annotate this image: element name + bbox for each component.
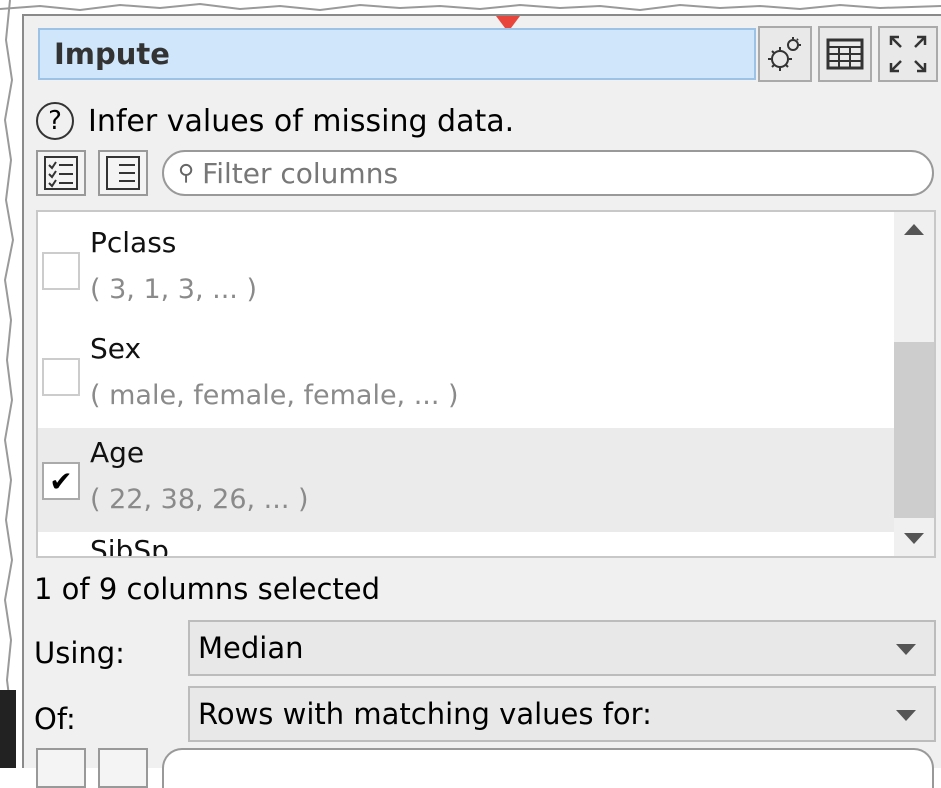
column-name: Sex [90, 332, 142, 365]
impute-panel: Impute ? Infer values of missing data. ⚲… [22, 14, 941, 788]
checkmark-icon: ✔ [49, 465, 73, 498]
of-label: Of: [34, 702, 76, 736]
table-view-button[interactable] [818, 26, 872, 82]
column-sample-values: ( male, female, female, ... ) [90, 380, 459, 411]
scroll-down-icon[interactable] [904, 533, 924, 544]
help-icon[interactable]: ? [36, 102, 74, 140]
torn-edge-left [3, 0, 15, 768]
of-select[interactable]: Rows with matching values for: [188, 686, 936, 742]
secondary-column-tools [36, 748, 936, 788]
selection-status: 1 of 9 columns selected [34, 572, 381, 606]
list-scrollbar[interactable] [894, 212, 934, 556]
columns-list[interactable]: Pclass ( 3, 1, 3, ... ) Sex ( male, fema… [36, 210, 936, 558]
scroll-up-icon[interactable] [904, 224, 924, 235]
background-corner [0, 690, 16, 768]
column-checkbox[interactable] [42, 252, 80, 290]
filter-columns-input[interactable]: ⚲ Filter columns [162, 150, 934, 196]
deselect-all-button[interactable] [98, 150, 148, 196]
using-label: Using: [34, 636, 125, 670]
panel-title[interactable]: Impute [38, 28, 756, 80]
checklist-icon [44, 156, 78, 190]
column-sample-values: ( 22, 38, 26, ... ) [90, 484, 309, 515]
list-item[interactable]: Pclass ( 3, 1, 3, ... ) [38, 218, 894, 322]
help-description: Infer values of missing data. [88, 103, 515, 139]
filter-columns-input[interactable] [162, 748, 934, 788]
torn-edge-top [0, 2, 941, 12]
deselect-all-button[interactable] [98, 748, 148, 788]
column-checkbox[interactable]: ✔ [42, 462, 80, 500]
table-icon [826, 38, 864, 70]
of-value: Rows with matching values for: [198, 697, 652, 731]
select-all-button[interactable] [36, 748, 86, 788]
filter-placeholder: Filter columns [202, 156, 399, 190]
scroll-thumb[interactable] [894, 342, 934, 518]
help-row: ? Infer values of missing data. [36, 98, 514, 144]
chevron-down-icon [896, 710, 916, 721]
column-name: Age [90, 436, 145, 469]
gear-icon [768, 37, 801, 71]
expand-icon [889, 35, 927, 73]
column-name: Pclass [90, 226, 177, 259]
column-checkbox[interactable] [42, 358, 80, 396]
list-item[interactable]: Sex ( male, female, female, ... ) [38, 324, 894, 428]
column-name-partial: SibSp [90, 534, 169, 558]
using-select[interactable]: Median [188, 620, 936, 676]
using-value: Median [198, 631, 304, 665]
maximize-button[interactable] [878, 26, 938, 82]
column-sample-values: ( 3, 1, 3, ... ) [90, 274, 258, 305]
chevron-down-icon [896, 644, 916, 655]
list-icon [106, 156, 140, 190]
settings-button[interactable] [758, 26, 812, 82]
search-icon: ⚲ [178, 160, 195, 186]
select-all-button[interactable] [36, 150, 86, 196]
column-tools: ⚲ Filter columns [36, 150, 936, 198]
list-item[interactable]: ✔ Age ( 22, 38, 26, ... ) [38, 428, 894, 532]
